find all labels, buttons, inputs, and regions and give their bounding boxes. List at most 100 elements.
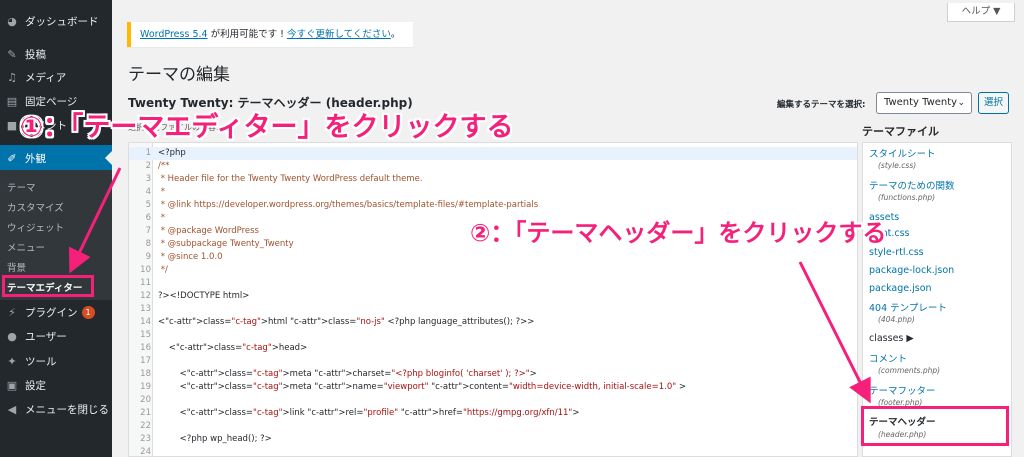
pin-icon: ✎ — [7, 47, 17, 61]
page-title: テーマの編集 — [128, 65, 230, 85]
code-line[interactable]: 19 <"c-attr">class="c-tag">meta "c-attr"… — [129, 381, 857, 394]
code-line[interactable]: 24 — [129, 446, 857, 457]
code-text: <"c-attr">class="c-tag">link "c-attr">re… — [158, 408, 580, 418]
nav-media[interactable]: ♫ メディア — [0, 64, 112, 90]
code-line[interactable]: 21 <"c-attr">class="c-tag">link "c-attr"… — [129, 407, 857, 420]
wordpress-version-link[interactable]: WordPress 5.4 — [140, 29, 208, 40]
nav-label: 投稿 — [25, 48, 46, 61]
code-text: * @since 1.0.0 — [158, 252, 223, 262]
line-number: 18 — [140, 369, 151, 379]
file-sub: (style.css) — [878, 161, 917, 170]
code-line[interactable]: 11 — [129, 277, 857, 290]
nav-dashboard[interactable]: ◕ ダッシュボード — [0, 8, 112, 34]
code-line[interactable]: 1 <?php — [129, 147, 857, 160]
line-number: 4 — [145, 187, 151, 197]
file-link-style-rtl[interactable]: style-rtl.css — [869, 247, 924, 258]
line-number: 5 — [145, 200, 151, 210]
annotation-step1: ①：「テーマエディター」をクリックする — [20, 112, 514, 143]
line-number: 6 — [145, 213, 151, 223]
submenu-customize[interactable]: カスタマイズ — [7, 200, 64, 214]
update-now-link[interactable]: 今すぐ更新してください — [287, 29, 391, 40]
code-line[interactable]: 10 */ — [129, 264, 857, 277]
code-text: <?php — [158, 148, 186, 158]
code-text: <?php wp_head(); ?> — [158, 434, 272, 444]
file-link-404[interactable]: 404 テンプレート — [869, 300, 947, 314]
line-number: 7 — [145, 226, 151, 236]
file-link-stylesheet[interactable]: スタイルシート — [869, 146, 936, 160]
nav-settings[interactable]: ▣ 設定 — [0, 372, 112, 398]
line-number: 20 — [140, 395, 151, 405]
nav-label: ユーザー — [25, 330, 67, 343]
code-line[interactable]: 22 — [129, 420, 857, 433]
file-link-package-lock[interactable]: package-lock.json — [869, 265, 954, 276]
line-number: 17 — [140, 356, 151, 366]
code-editor[interactable]: 1 <?php 2 /** 3 * Header file for the Twenty… — [128, 142, 858, 457]
code-line[interactable]: 13 — [129, 303, 857, 316]
nav-label: メディア — [25, 71, 67, 84]
file-sub: (functions.php) — [878, 193, 936, 202]
code-line[interactable]: 23 <?php wp_head(); ?> — [129, 433, 857, 446]
user-icon: ● — [7, 329, 17, 343]
code-text: ?><!DOCTYPE html> — [158, 291, 250, 301]
comment-icon: ■ — [6, 118, 18, 132]
nav-label: プラグイン — [25, 306, 78, 319]
line-number: 2 — [145, 161, 151, 171]
annotation-step2: ②：「テーマヘッダー」をクリックする — [470, 219, 887, 247]
brush-icon: ✐ — [7, 151, 17, 165]
line-number: 9 — [145, 252, 151, 262]
theme-select-label: 編集するテーマを選択: — [777, 100, 866, 110]
submenu-background[interactable]: 背景 — [7, 260, 26, 274]
line-number: 16 — [140, 343, 151, 353]
theme-select-value: Twenty Twenty — [884, 97, 958, 108]
nav-label: 設定 — [25, 379, 46, 392]
code-text: <"c-attr">class="c-tag">head> — [158, 343, 308, 353]
nav-label: 外観 — [25, 152, 46, 165]
file-link-functions[interactable]: テーマのための関数 — [869, 178, 955, 192]
code-text: */ — [158, 265, 168, 275]
code-line[interactable]: 16 <"c-attr">class="c-tag">head> — [129, 342, 857, 355]
line-number: 24 — [140, 447, 151, 457]
settings-icon: ▣ — [6, 378, 18, 392]
code-line[interactable]: 3 * Header file for the Twenty Twenty Wo… — [129, 173, 857, 186]
code-line[interactable]: 18 <"c-attr">class="c-tag">meta "c-attr"… — [129, 368, 857, 381]
code-line[interactable]: 14 <"c-attr">class="c-tag">html "c-attr">… — [129, 316, 857, 329]
nav-label: ダッシュボード — [25, 15, 99, 28]
file-link-footer[interactable]: テーマフッター — [869, 383, 936, 397]
dashboard-icon: ◕ — [7, 14, 17, 28]
code-line[interactable]: 4 * — [129, 186, 857, 199]
line-number: 14 — [140, 317, 151, 327]
code-text: <"c-attr">class="c-tag">meta "c-attr">ch… — [158, 369, 537, 379]
file-link-package[interactable]: package.json — [869, 283, 932, 294]
code-line[interactable]: 17 — [129, 355, 857, 368]
line-number: 8 — [145, 239, 151, 249]
code-line[interactable]: 9 * @since 1.0.0 — [129, 251, 857, 264]
page-icon: ▤ — [6, 94, 18, 108]
nav-appearance[interactable]: ✐ 外観 — [0, 145, 112, 171]
line-number: 23 — [140, 434, 151, 444]
nav-label: メニューを閉じる — [25, 403, 109, 416]
wrench-icon: ✦ — [7, 354, 17, 368]
code-line[interactable]: 20 — [129, 394, 857, 407]
folder-classes[interactable]: classes ▶ — [869, 333, 914, 344]
file-link-comments[interactable]: コメント — [869, 351, 907, 365]
nav-tools[interactable]: ✦ ツール — [0, 348, 112, 374]
code-line[interactable]: 2 /** — [129, 160, 857, 173]
submenu-widgets[interactable]: ウィジェット — [7, 220, 64, 234]
theme-select[interactable]: Twenty Twenty ⌄ — [876, 92, 972, 114]
code-text: <"c-attr">class="c-tag">meta "c-attr">na… — [158, 382, 686, 392]
nav-plugins[interactable]: ⚡ プラグイン 1 — [0, 299, 112, 325]
submenu-menus[interactable]: メニュー — [7, 240, 45, 254]
line-number: 22 — [140, 421, 151, 431]
submenu-themes[interactable]: テーマ — [7, 180, 36, 194]
select-theme-button[interactable]: 選択 — [978, 92, 1009, 114]
help-button[interactable]: ヘルプ ▼ — [947, 3, 1015, 22]
notice-end: 。 — [390, 29, 401, 40]
nav-users[interactable]: ● ユーザー — [0, 323, 112, 349]
code-line[interactable]: 5 * @link https://developer.wordpress.or… — [129, 199, 857, 212]
code-text: * Header file for the Twenty Twenty Word… — [158, 174, 423, 184]
code-line[interactable]: 12 ?><!DOCTYPE html> — [129, 290, 857, 303]
nav-collapse[interactable]: ◀ メニューを閉じる — [0, 396, 112, 422]
code-line[interactable]: 15 — [129, 329, 857, 342]
theme-editor-highlight-box — [2, 275, 94, 297]
chevron-down-icon: ⌄ — [957, 98, 965, 108]
